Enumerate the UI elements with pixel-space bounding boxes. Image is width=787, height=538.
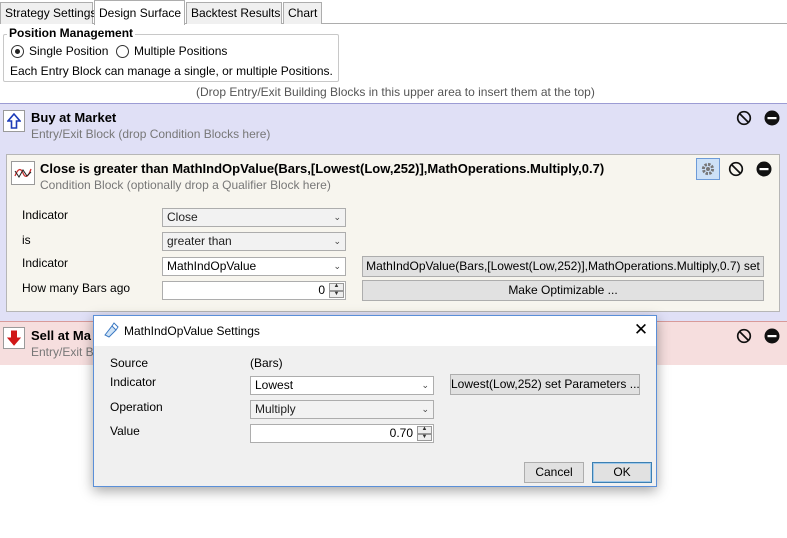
remove-block-icon[interactable]: [763, 109, 781, 127]
close-icon[interactable]: ✕: [631, 321, 651, 341]
single-position-label[interactable]: Single Position: [29, 44, 108, 58]
value-label: Value: [110, 424, 140, 438]
cancel-button[interactable]: Cancel: [524, 462, 584, 483]
tab-strategy-settings[interactable]: Strategy Settings: [0, 2, 96, 24]
indicator2-value: MathIndOpValue: [167, 259, 257, 273]
dialog-app-icon: [103, 322, 119, 341]
source-value: (Bars): [250, 356, 283, 370]
condition-block-subtitle: Condition Block (optionally drop a Quali…: [40, 178, 331, 192]
value-value: 0.70: [389, 426, 413, 440]
bars-ago-value: 0: [318, 283, 325, 297]
down-arrow-icon: [3, 327, 25, 349]
operation-value: Multiply: [255, 402, 296, 416]
position-management-description: Each Entry Block can manage a single, or…: [10, 64, 333, 78]
bars-ago-stepper[interactable]: 0 ▲ ▼: [162, 281, 346, 300]
value-stepper[interactable]: 0.70 ▲ ▼: [250, 424, 434, 443]
tab-bar: Strategy Settings Design Surface Backtes…: [0, 0, 787, 25]
ok-button[interactable]: OK: [592, 462, 652, 483]
indicator2-select[interactable]: MathIndOpValue ⌄: [162, 257, 346, 276]
dialog-indicator-select[interactable]: Lowest ⌄: [250, 376, 434, 395]
make-optimizable-button[interactable]: Make Optimizable ...: [362, 280, 764, 301]
drop-hint: (Drop Entry/Exit Building Blocks in this…: [196, 85, 595, 99]
indicator1-label: Indicator: [22, 208, 69, 222]
tab-backtest-results[interactable]: Backtest Results: [186, 2, 282, 24]
disable-sell-block-icon[interactable]: [735, 327, 753, 345]
operation-label: Operation: [110, 400, 163, 414]
single-position-radio[interactable]: [11, 45, 24, 58]
dialog-indicator-label: Indicator: [110, 375, 157, 389]
tab-chart[interactable]: Chart: [283, 2, 322, 24]
stepper-arrows-icon[interactable]: ▲ ▼: [417, 426, 432, 441]
dialog-title: MathIndOpValue Settings: [124, 324, 260, 338]
sell-block-subtitle: Entry/Exit Bl: [31, 345, 97, 359]
chevron-down-icon: ⌄: [333, 236, 341, 246]
mathindop-settings-dialog: MathIndOpValue Settings ✕ Source (Bars) …: [93, 315, 657, 487]
source-label: Source: [110, 356, 149, 370]
buy-block-title: Buy at Market: [31, 110, 117, 125]
multiple-positions-radio[interactable]: [116, 45, 129, 58]
indicator1-select[interactable]: Close ⌄: [162, 208, 346, 227]
operation-select[interactable]: Multiply ⌄: [250, 400, 434, 419]
comparison-value: greater than: [167, 234, 232, 248]
condition-block-title: Close is greater than MathIndOpValue(Bar…: [40, 161, 605, 176]
chevron-down-icon: ⌄: [421, 404, 429, 414]
tab-design-surface[interactable]: Design Surface: [94, 0, 185, 25]
indicator2-label: Indicator: [22, 256, 69, 270]
dialog-indicator-value: Lowest: [255, 378, 294, 392]
remove-sell-block-icon[interactable]: [763, 327, 781, 345]
remove-condition-icon[interactable]: [755, 160, 773, 178]
disable-condition-icon[interactable]: [727, 160, 745, 178]
stepper-arrows-icon[interactable]: ▲ ▼: [329, 283, 344, 298]
buy-block-subtitle: Entry/Exit Block (drop Condition Blocks …: [31, 127, 271, 141]
disable-block-icon[interactable]: [735, 109, 753, 127]
chevron-down-icon: ⌄: [421, 380, 429, 390]
bars-ago-label: How many Bars ago: [22, 281, 131, 295]
up-arrow-icon: [3, 110, 25, 132]
position-management-title: Position Management: [7, 26, 136, 40]
sell-block-title: Sell at Ma: [31, 328, 91, 343]
multiple-positions-label[interactable]: Multiple Positions: [134, 44, 227, 58]
indicator1-value: Close: [167, 210, 198, 224]
indicator2-params-button[interactable]: MathIndOpValue(Bars,[Lowest(Low,252)],Ma…: [362, 256, 764, 277]
indicator-params-button[interactable]: Lowest(Low,252) set Parameters ...: [450, 374, 640, 395]
is-label: is: [22, 233, 31, 247]
chevron-down-icon: ⌄: [333, 212, 341, 222]
chevron-down-icon: ⌄: [333, 261, 341, 271]
gear-icon[interactable]: [696, 158, 720, 180]
comparison-select[interactable]: greater than ⌄: [162, 232, 346, 251]
indicator-curve-icon: [11, 161, 35, 185]
